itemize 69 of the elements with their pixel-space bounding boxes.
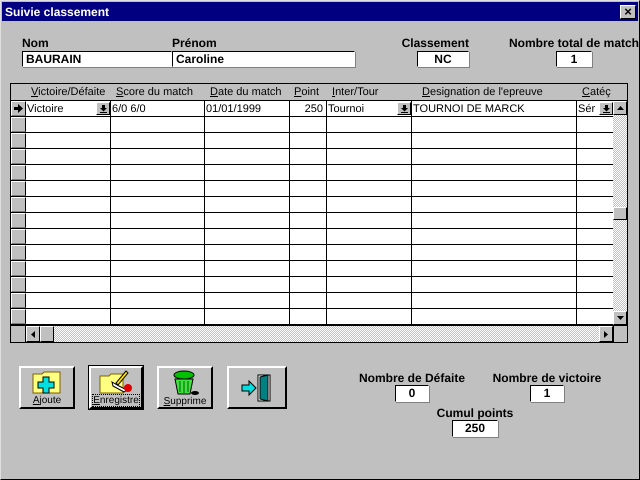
- table-cell-text: Victoire: [26, 102, 64, 114]
- column-header[interactable]: Inter/Tour: [327, 84, 412, 100]
- dropdown-button[interactable]: [599, 102, 613, 115]
- table-cell-text: TOURNOI DE MARCK: [412, 102, 526, 114]
- scroll-thumb[interactable]: [613, 207, 627, 220]
- close-button[interactable]: ×: [620, 4, 636, 18]
- horizontal-scrollbar[interactable]: [26, 326, 613, 342]
- row-selector[interactable]: [11, 293, 26, 308]
- row-selector[interactable]: [11, 149, 26, 164]
- row-selector[interactable]: [11, 245, 26, 260]
- text-field[interactable]: NC: [416, 51, 469, 67]
- table-cell-text: 01/01/1999: [205, 102, 262, 114]
- text-field[interactable]: 1: [530, 385, 564, 402]
- row-selector[interactable]: [11, 261, 26, 276]
- table-cell-text: 250: [304, 102, 324, 114]
- dropdown-button[interactable]: [397, 102, 411, 115]
- row-selector[interactable]: [11, 229, 26, 244]
- window-title: Suivie classement: [5, 4, 110, 18]
- toolbar-button[interactable]: Ajoute: [19, 366, 75, 409]
- text-field[interactable]: 0: [395, 385, 429, 402]
- vertical-scrollbar[interactable]: [613, 101, 627, 325]
- row-selector[interactable]: [11, 277, 26, 292]
- field-label: Nom: [22, 36, 50, 50]
- row-selector[interactable]: [11, 213, 26, 228]
- scroll-right-button[interactable]: [599, 326, 613, 342]
- scroll-down-button[interactable]: [613, 311, 627, 325]
- column-header[interactable]: Victoire/Défaite: [26, 84, 111, 100]
- left-arrow-icon: [31, 330, 35, 338]
- scroll-left-button[interactable]: [26, 326, 40, 342]
- scroll-up-button[interactable]: [613, 101, 627, 115]
- down-arrow-icon: [616, 316, 624, 320]
- field-label: Classement: [402, 36, 469, 50]
- text-field[interactable]: Caroline: [172, 51, 355, 67]
- field-label: Prénom: [172, 36, 218, 50]
- text-field[interactable]: BAURAIN: [22, 51, 172, 67]
- dropdown-button[interactable]: [96, 102, 110, 115]
- scroll-thumb[interactable]: [40, 326, 54, 342]
- folder-pencil-icon: [99, 370, 133, 394]
- column-header[interactable]: Point: [290, 84, 327, 100]
- column-header[interactable]: Date du match: [205, 84, 290, 100]
- row-selector[interactable]: [11, 117, 26, 132]
- field-label: Nombre de victoire: [492, 371, 602, 385]
- text-field[interactable]: 1: [556, 51, 592, 67]
- row-selector[interactable]: [11, 133, 26, 148]
- right-arrow-icon: [604, 330, 608, 338]
- column-header[interactable]: Designation de l'epreuve: [412, 84, 577, 100]
- table-cell-text: Sér: [577, 102, 596, 114]
- row-selector[interactable]: [11, 165, 26, 180]
- row-pointer-icon: [14, 104, 23, 113]
- up-arrow-icon: [616, 106, 624, 110]
- down-arrow-icon: [400, 104, 408, 112]
- toolbar-button[interactable]: [227, 366, 287, 409]
- field-label: Nombre de Défaite: [358, 371, 466, 385]
- toolbar-button[interactable]: Enregistre: [89, 366, 143, 409]
- row-selector[interactable]: [11, 181, 26, 196]
- field-label: Nombre total de match: [508, 36, 639, 50]
- down-arrow-icon: [100, 104, 106, 112]
- column-header[interactable]: Catéç: [577, 84, 613, 100]
- row-selector[interactable]: [11, 101, 26, 116]
- text-field[interactable]: 250: [452, 420, 498, 437]
- row-selector[interactable]: [11, 309, 26, 324]
- table-cell-text: Tournoi: [327, 102, 366, 114]
- folder-plus-icon: [32, 370, 62, 394]
- column-header[interactable]: Score du match: [111, 84, 205, 100]
- table-cell-text: 6/0 6/0: [111, 102, 147, 114]
- down-arrow-icon: [602, 104, 610, 112]
- row-selector[interactable]: [11, 197, 26, 212]
- toolbar-button[interactable]: Supprime: [157, 366, 213, 409]
- field-label: Cumul points: [436, 406, 514, 420]
